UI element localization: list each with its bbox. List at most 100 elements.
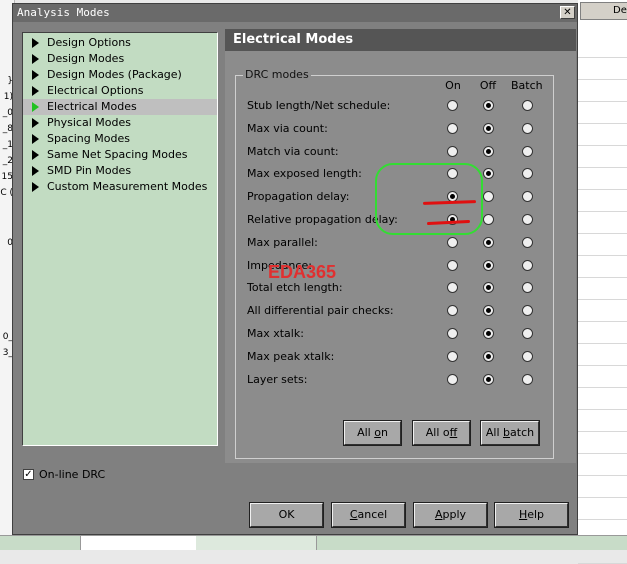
column-header-on: On [445,79,461,92]
radio-batch[interactable] [522,373,533,385]
drc-mode-label: Max parallel: [247,235,318,249]
radio-batch[interactable] [522,282,533,294]
all-batch-button[interactable]: All batch [480,420,540,446]
tree-item-label: Electrical Modes [47,100,137,113]
radio-batch[interactable] [522,259,533,271]
tree-item[interactable]: Design Options [23,35,217,51]
radio-batch[interactable] [522,100,533,111]
arrow-icon [32,86,39,96]
radio-off[interactable] [483,282,494,294]
tree-item[interactable]: Physical Modes [23,115,217,131]
radio-batch[interactable] [522,350,533,362]
radio-on[interactable] [447,259,458,271]
background-bottom-strip [0,535,627,550]
background-right-panel: De [578,0,627,564]
cancel-button[interactable]: Cancel [331,502,406,528]
arrow-icon [32,166,39,176]
online-drc-label: On-line DRC [39,468,106,481]
drc-mode-row: Max peak xtalk: [236,350,553,373]
tree-item[interactable]: Design Modes [23,51,217,67]
radio-off[interactable] [483,168,494,180]
radio-off[interactable] [483,191,494,203]
arrow-icon [32,182,39,192]
column-header-batch: Batch [511,79,543,92]
radio-batch[interactable] [522,168,533,180]
group-title: DRC modes [243,68,311,81]
arrow-icon [32,38,39,48]
selected-arrow-icon [32,102,39,112]
panel-title: Electrical Modes [225,29,576,51]
radio-batch[interactable] [522,305,533,317]
radio-batch[interactable] [522,328,533,339]
ok-button[interactable]: OK [249,502,324,528]
drc-mode-row: Max xtalk: [236,327,553,350]
tree-item-label: Physical Modes [47,116,131,129]
tree-item[interactable]: Electrical Options [23,83,217,99]
drc-mode-label: Layer sets: [247,372,308,386]
tree-item-label: Electrical Options [47,84,144,97]
tree-item[interactable]: Design Modes (Package) [23,67,217,83]
radio-batch[interactable] [522,145,533,157]
drc-mode-label: Max peak xtalk: [247,349,335,363]
checkbox-box[interactable]: ✓ [23,469,34,480]
tree-item-label: Design Modes [47,52,125,65]
background-toolbar-button[interactable]: De [580,2,627,20]
close-icon: ✕ [563,7,572,18]
title-bar[interactable]: Analysis Modes ✕ [13,4,577,22]
radio-off[interactable] [483,328,494,339]
radio-on[interactable] [447,145,458,157]
tree-item-label: Design Modes (Package) [47,68,182,81]
radio-off[interactable] [483,145,494,157]
tree-item[interactable]: SMD Pin Modes [23,163,217,179]
radio-on[interactable] [447,373,458,385]
close-button[interactable]: ✕ [560,6,575,19]
watermark-logo: EDA365 [268,262,337,282]
radio-off[interactable] [483,350,494,362]
radio-on[interactable] [447,236,458,248]
radio-off[interactable] [483,236,494,248]
radio-batch[interactable] [522,214,533,225]
arrow-icon [32,54,39,64]
drc-mode-label: All differential pair checks: [247,304,394,318]
radio-on[interactable] [447,100,458,111]
column-header-off: Off [479,79,497,92]
radio-off[interactable] [483,259,494,271]
tree-item[interactable]: Spacing Modes [23,131,217,147]
radio-batch[interactable] [522,122,533,134]
drc-mode-label: Propagation delay: [247,190,350,204]
background-grid [578,36,627,564]
apply-button[interactable]: Apply [413,502,488,528]
radio-on[interactable] [447,305,458,317]
drc-mode-label: Max xtalk: [247,327,304,340]
radio-off[interactable] [483,305,494,317]
radio-batch[interactable] [522,236,533,248]
all-on-button[interactable]: All on [343,420,402,446]
tree-item[interactable]: Electrical Modes [23,99,217,115]
tree-item[interactable]: Same Net Spacing Modes [23,147,217,163]
radio-on[interactable] [447,122,458,134]
drc-mode-row: Layer sets: [236,373,553,396]
radio-on[interactable] [447,328,458,339]
tree-item-label: Design Options [47,36,131,49]
tree-item-label: Custom Measurement Modes [47,180,208,193]
radio-off[interactable] [483,373,494,385]
radio-on[interactable] [447,350,458,362]
modes-tree: Design Options Design Modes Design Modes (… [22,32,218,446]
drc-mode-label: Total etch length: [247,281,343,295]
electrical-modes-panel: DRC modes On Off Batch Stub length/Net s… [225,51,576,463]
all-off-button[interactable]: All off [412,420,471,446]
radio-off[interactable] [483,214,494,225]
drc-mode-row: Total etch length: [236,281,553,304]
radio-off[interactable] [483,100,494,111]
tree-item-label: SMD Pin Modes [47,164,132,177]
tree-item[interactable]: Custom Measurement Modes [23,179,217,195]
radio-batch[interactable] [522,191,533,203]
drc-mode-label: Max exposed length: [247,167,362,181]
drc-mode-label: Max via count: [247,121,328,135]
help-button[interactable]: Help [494,502,569,528]
radio-on[interactable] [447,282,458,294]
drc-mode-row: Stub length/Net schedule: [236,99,553,122]
arrow-icon [32,150,39,160]
radio-off[interactable] [483,122,494,134]
drc-mode-row: Max via count: [236,122,553,145]
